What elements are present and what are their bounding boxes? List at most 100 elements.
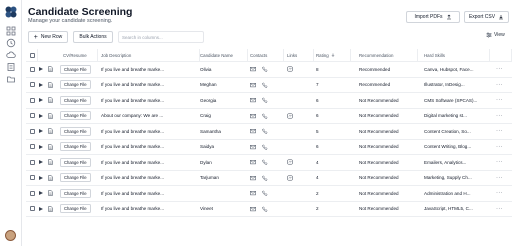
email-icon[interactable] — [250, 144, 256, 150]
email-icon[interactable] — [250, 159, 256, 165]
candidate-name-cell[interactable]: Georgia — [200, 93, 248, 108]
email-icon[interactable] — [250, 190, 256, 196]
email-icon[interactable] — [250, 82, 256, 88]
row-checkbox[interactable] — [30, 144, 35, 150]
job-description-cell[interactable]: About our company: We are ... — [101, 109, 200, 124]
row-checkbox[interactable] — [30, 97, 35, 103]
candidate-name-cell[interactable]: Olivia — [200, 62, 248, 77]
candidate-name-cell[interactable]: Craig — [200, 109, 248, 124]
candidate-name-cell[interactable]: Samantha — [200, 124, 248, 139]
change-file-button[interactable]: Change File — [60, 142, 91, 152]
hard-skills-cell[interactable]: Content Creation, So... — [424, 124, 490, 139]
phone-icon[interactable] — [262, 128, 268, 134]
change-file-button[interactable]: Change File — [60, 64, 91, 74]
change-file-button[interactable]: Change File — [60, 204, 91, 214]
file-icon[interactable] — [48, 144, 53, 150]
row-menu-icon[interactable]: ··· — [496, 66, 503, 72]
row-menu-icon[interactable]: ··· — [496, 82, 503, 88]
col-cv-resume[interactable]: CV/Resume — [38, 49, 98, 61]
hard-skills-cell[interactable]: Illustrator, InDesig... — [424, 78, 490, 93]
col-job-description[interactable]: Job Description — [98, 49, 200, 61]
file-icon[interactable] — [48, 206, 53, 212]
clock-icon[interactable] — [6, 38, 16, 48]
play-icon[interactable] — [39, 113, 43, 118]
email-icon[interactable] — [250, 175, 256, 181]
play-icon[interactable] — [39, 129, 43, 134]
bulk-actions-button[interactable]: Bulk Actions — [73, 31, 113, 43]
col-candidate-name[interactable]: Candidate Name — [200, 49, 248, 61]
job-description-cell[interactable]: If you live and breathe marke... — [101, 78, 200, 93]
job-description-cell[interactable]: If you live and breathe marke... — [101, 62, 200, 77]
file-icon[interactable] — [48, 113, 53, 119]
row-menu-icon[interactable]: ··· — [496, 144, 503, 150]
email-icon[interactable] — [250, 66, 256, 72]
export-csv-button[interactable]: Export CSV — [464, 11, 509, 23]
row-checkbox[interactable] — [30, 206, 35, 212]
col-hard-skills[interactable]: Hard Skills — [418, 49, 490, 61]
email-icon[interactable] — [250, 128, 256, 134]
file-icon[interactable] — [48, 159, 53, 165]
col-recommendation[interactable]: Recommendation — [351, 49, 418, 61]
row-menu-icon[interactable]: ··· — [496, 206, 503, 212]
phone-icon[interactable] — [262, 144, 268, 150]
change-file-button[interactable]: Change File — [60, 95, 91, 105]
hard-skills-cell[interactable]: Canva, Hubspot, Face... — [424, 62, 490, 77]
job-description-cell[interactable]: If you live and breathe marke... — [101, 124, 200, 139]
grid-icon[interactable] — [6, 26, 16, 36]
table-row[interactable]: Change File If you live and breathe marke… — [26, 171, 512, 186]
list-icon[interactable] — [6, 62, 16, 72]
link-icon[interactable] — [287, 113, 293, 119]
row-menu-icon[interactable]: ··· — [496, 113, 503, 119]
play-icon[interactable] — [39, 82, 43, 87]
row-menu-icon[interactable]: ··· — [496, 175, 503, 181]
new-row-button[interactable]: + New Row — [28, 31, 68, 43]
hard-skills-cell[interactable]: CMS Software (SPCAS)... — [424, 93, 490, 108]
select-all-checkbox[interactable] — [30, 52, 35, 58]
file-icon[interactable] — [48, 66, 53, 72]
email-icon[interactable] — [250, 113, 256, 119]
row-menu-icon[interactable]: ··· — [496, 190, 503, 196]
row-menu-icon[interactable]: ··· — [496, 159, 503, 165]
row-checkbox[interactable] — [30, 190, 35, 196]
table-row[interactable]: Change File If you live and breathe marke… — [26, 202, 512, 217]
row-checkbox[interactable] — [30, 66, 35, 72]
row-checkbox[interactable] — [30, 128, 35, 134]
avatar[interactable] — [5, 230, 16, 241]
col-links[interactable]: Links — [284, 49, 314, 61]
row-checkbox[interactable] — [30, 113, 35, 119]
play-icon[interactable] — [39, 98, 43, 103]
file-icon[interactable] — [48, 175, 53, 181]
col-rating[interactable]: Rating — [314, 49, 351, 61]
change-file-button[interactable]: Change File — [60, 157, 91, 167]
job-description-cell[interactable]: If you live and breathe marke... — [101, 155, 200, 170]
row-checkbox[interactable] — [30, 175, 35, 181]
phone-icon[interactable] — [262, 175, 268, 181]
table-row[interactable]: Change File If you live and breathe marke… — [26, 78, 512, 93]
hard-skills-cell[interactable]: Marketing, Supply Ch... — [424, 171, 490, 186]
play-icon[interactable] — [39, 175, 43, 180]
phone-icon[interactable] — [262, 190, 268, 196]
candidate-name-cell[interactable]: Vineet — [200, 202, 248, 217]
job-description-cell[interactable]: If you live and breathe marke... — [101, 186, 200, 201]
row-menu-icon[interactable]: ··· — [496, 128, 503, 134]
hard-skills-cell[interactable]: Emailers, Analytics... — [424, 155, 490, 170]
job-description-cell[interactable]: If you live and breathe marke... — [101, 171, 200, 186]
row-menu-icon[interactable]: ··· — [496, 97, 503, 103]
file-icon[interactable] — [48, 82, 53, 88]
search-input[interactable]: Search in columns... — [118, 31, 204, 43]
view-button[interactable]: View — [486, 32, 505, 38]
table-row[interactable]: Change File If you live and breathe marke… — [26, 186, 512, 202]
play-icon[interactable] — [39, 67, 43, 72]
table-row[interactable]: Change File If you live and breathe marke… — [26, 155, 512, 171]
link-icon[interactable] — [287, 175, 293, 181]
email-icon[interactable] — [250, 206, 256, 212]
candidate-name-cell[interactable]: Meghan — [200, 78, 248, 93]
email-icon[interactable] — [250, 97, 256, 103]
import-pdfs-button[interactable]: Import PDFs — [406, 11, 460, 23]
folder-icon[interactable] — [6, 74, 16, 84]
file-icon[interactable] — [48, 97, 53, 103]
job-description-cell[interactable]: If you live and breathe marke... — [101, 140, 200, 155]
candidate-name-cell[interactable]: Dylan — [200, 155, 248, 170]
candidate-name-cell[interactable]: Saidya — [200, 140, 248, 155]
phone-icon[interactable] — [262, 113, 268, 119]
